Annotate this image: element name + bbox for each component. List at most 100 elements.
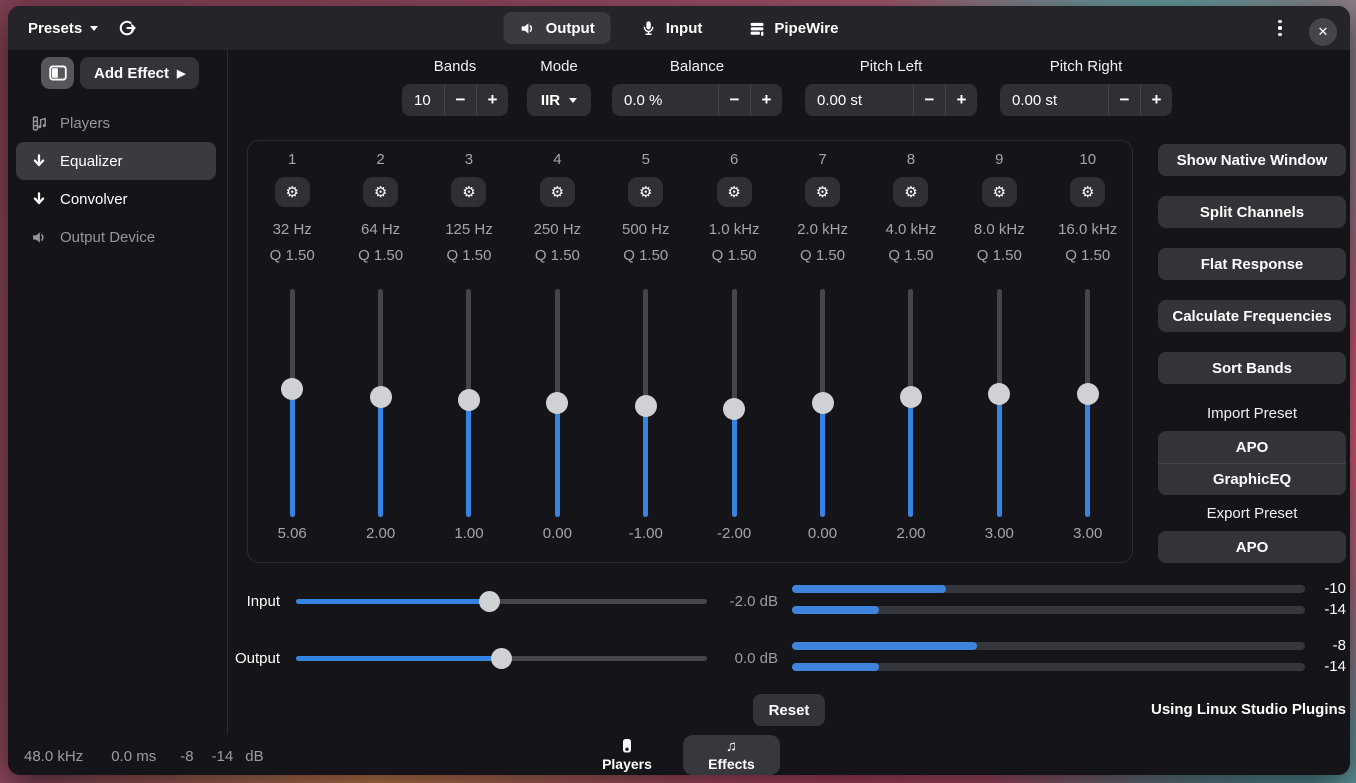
- band-q-factor: Q 1.50: [446, 247, 492, 264]
- apply-last-preset-button[interactable]: [110, 13, 144, 43]
- calculate-frequencies-button[interactable]: Calculate Frequencies: [1158, 300, 1346, 332]
- band-number: 10: [1079, 151, 1097, 168]
- pitch-left-increment-button[interactable]: +: [945, 84, 977, 116]
- pitch-right-value[interactable]: 0.00 st: [1000, 84, 1108, 116]
- slider-handle[interactable]: [369, 386, 392, 409]
- output-gain-slider[interactable]: [296, 647, 707, 669]
- band-number: 4: [553, 151, 562, 168]
- pitch-left-control: Pitch Left 0.00 st − +: [805, 58, 977, 116]
- band-number: 2: [376, 151, 385, 168]
- balance-value[interactable]: 0.0 %: [612, 84, 718, 116]
- slider-handle[interactable]: [634, 394, 657, 417]
- band-q-factor: Q 1.50: [711, 247, 757, 264]
- band-settings-button[interactable]: ⚙: [1070, 177, 1106, 207]
- band-settings-button[interactable]: ⚙: [628, 177, 664, 207]
- pitch-left-label: Pitch Left: [859, 58, 923, 75]
- band-gain-slider[interactable]: [545, 289, 569, 517]
- pitch-left-value[interactable]: 0.00 st: [805, 84, 913, 116]
- tab-output[interactable]: Output: [503, 12, 611, 44]
- slider-fill: [731, 408, 737, 517]
- mic-icon: [641, 19, 657, 37]
- pitch-left-decrement-button[interactable]: −: [913, 84, 945, 116]
- sidebar-toggle-button[interactable]: [41, 57, 74, 89]
- band-column-8: 8 ⚙ 4.0 kHz Q 1.50 2.00: [867, 151, 955, 562]
- bands-value[interactable]: 10: [402, 84, 444, 116]
- band-gain-slider[interactable]: [457, 289, 481, 517]
- band-settings-button[interactable]: ⚙: [716, 177, 752, 207]
- band-frequency: 2.0 kHz: [797, 221, 848, 238]
- slider-handle[interactable]: [457, 389, 480, 412]
- bands-decrement-button[interactable]: −: [444, 84, 476, 116]
- presets-button[interactable]: Presets: [20, 13, 106, 43]
- band-settings-button[interactable]: ⚙: [805, 177, 841, 207]
- band-settings-button[interactable]: ⚙: [539, 177, 575, 207]
- export-apo-button[interactable]: APO: [1158, 531, 1346, 563]
- pitch-right-decrement-button[interactable]: −: [1108, 84, 1140, 116]
- band-gain-slider[interactable]: [280, 289, 304, 517]
- band-settings-button[interactable]: ⚙: [274, 177, 310, 207]
- band-gain-slider[interactable]: [722, 289, 746, 517]
- tab-input[interactable]: Input: [625, 12, 719, 44]
- input-gain-slider[interactable]: [296, 590, 707, 612]
- tab-pipewire[interactable]: PipeWire: [732, 12, 854, 44]
- meter-fill: [792, 585, 946, 593]
- level-right: -14: [211, 748, 234, 765]
- meter-output-right: -14: [792, 658, 1346, 675]
- meter-output-left: -8: [792, 637, 1346, 654]
- band-settings-button[interactable]: ⚙: [981, 177, 1017, 207]
- meter-input-left: -10: [792, 580, 1346, 597]
- chevron-down-icon: [90, 25, 99, 31]
- show-native-window-button[interactable]: Show Native Window: [1158, 144, 1346, 176]
- band-gain-slider[interactable]: [369, 289, 393, 517]
- reset-button[interactable]: Reset: [753, 694, 825, 726]
- presets-label: Presets: [28, 19, 83, 37]
- slider-handle[interactable]: [723, 397, 746, 420]
- band-gain-slider[interactable]: [987, 289, 1011, 517]
- pitch-right-increment-button[interactable]: +: [1140, 84, 1172, 116]
- sidebar-item-players[interactable]: Players: [16, 104, 216, 142]
- slider-handle[interactable]: [811, 392, 834, 414]
- band-number: 6: [729, 151, 739, 168]
- band-gain-slider[interactable]: [1076, 289, 1100, 517]
- meter-value: -14: [1324, 658, 1346, 675]
- chevron-down-icon: [569, 97, 578, 103]
- band-settings-button[interactable]: ⚙: [893, 177, 929, 207]
- down-arrow-icon: [30, 191, 48, 207]
- band-gain-value: 5.06: [277, 525, 307, 542]
- music-note-icon: ♫: [725, 737, 738, 755]
- slider-handle[interactable]: [491, 647, 512, 669]
- slider-handle[interactable]: [899, 386, 922, 409]
- sort-bands-button[interactable]: Sort Bands: [1158, 352, 1346, 384]
- sidebar-item-equalizer[interactable]: Equalizer: [16, 142, 216, 180]
- gear-icon: ⚙: [639, 183, 653, 201]
- mode-dropdown[interactable]: IIR: [527, 84, 591, 116]
- sidebar-item-convolver[interactable]: Convolver: [16, 180, 216, 218]
- balance-decrement-button[interactable]: −: [718, 84, 750, 116]
- close-button[interactable]: ✕: [1309, 18, 1337, 46]
- slider-handle[interactable]: [988, 383, 1011, 406]
- import-graphiceq-button[interactable]: GraphicEQ: [1158, 463, 1346, 495]
- menu-button[interactable]: [1266, 14, 1294, 42]
- band-gain-slider[interactable]: [811, 289, 835, 517]
- players-icon: [30, 115, 48, 132]
- band-q-factor: Q 1.50: [1065, 247, 1111, 264]
- add-effect-button[interactable]: Add Effect ▶: [80, 57, 200, 89]
- meter-value: -8: [1332, 637, 1346, 654]
- tab-effects[interactable]: ♫ Effects: [683, 735, 780, 775]
- bands-increment-button[interactable]: +: [476, 84, 508, 116]
- band-gain-slider[interactable]: [634, 289, 658, 517]
- slider-handle[interactable]: [1076, 383, 1099, 406]
- band-gain-value: 2.00: [896, 525, 926, 542]
- tab-players[interactable]: Players: [593, 735, 661, 775]
- import-apo-button[interactable]: APO: [1158, 431, 1346, 463]
- slider-handle[interactable]: [478, 590, 500, 612]
- slider-handle[interactable]: [546, 392, 569, 414]
- slider-handle[interactable]: [281, 377, 304, 400]
- band-gain-slider[interactable]: [899, 289, 923, 517]
- split-channels-button[interactable]: Split Channels: [1158, 196, 1346, 228]
- sidebar-item-output-device[interactable]: Output Device: [16, 218, 216, 256]
- balance-increment-button[interactable]: +: [750, 84, 782, 116]
- flat-response-button[interactable]: Flat Response: [1158, 248, 1346, 280]
- band-settings-button[interactable]: ⚙: [363, 177, 399, 207]
- band-settings-button[interactable]: ⚙: [451, 177, 487, 207]
